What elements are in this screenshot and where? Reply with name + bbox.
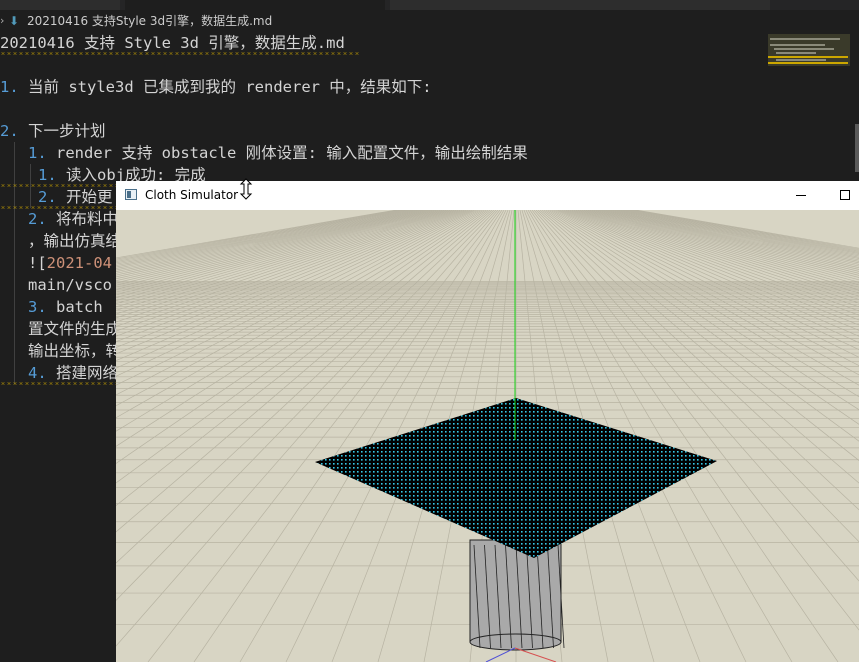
window-title: Cloth Simulator <box>145 188 239 202</box>
minimap-line <box>774 48 834 50</box>
indent-guide <box>14 142 15 384</box>
simulator-title-bar[interactable]: Cloth Simulator <box>116 181 859 210</box>
list-text: render 支持 obstacle 刚体设置: 输入配置文件，输出绘制结果 <box>46 144 528 162</box>
editor-line-sub3: 3. batch <box>28 296 103 318</box>
list-number: 1. <box>0 78 19 96</box>
markdown-file-icon: ⬇ <box>9 14 20 28</box>
editor-line-item1: 1. 当前 style3d 已集成到我的 renderer 中，结果如下: <box>0 76 432 98</box>
tab-active[interactable] <box>125 0 385 10</box>
editor-line-image-path: main/vsco <box>28 276 112 294</box>
cloth-simulator-window[interactable]: Cloth Simulator <box>116 181 859 662</box>
editor-line-sub3-cont2: 输出坐标，转 <box>28 342 122 360</box>
tab-bar <box>0 0 859 10</box>
list-number: 2. <box>0 122 19 140</box>
image-link-open: ![ <box>28 254 47 272</box>
editor-line-sub1b: 2. 开始更 <box>38 186 113 208</box>
spell-warning-underline <box>0 382 118 385</box>
editor-line-item2: 2. 下一步计划 <box>0 120 106 142</box>
simulation-viewport[interactable] <box>116 210 859 662</box>
minimize-button[interactable] <box>786 181 816 210</box>
scrollbar-thumb[interactable] <box>855 124 859 172</box>
breadcrumb-file[interactable]: 20210416 支持Style 3d引擎，数据生成.md <box>27 10 272 32</box>
tab[interactable] <box>390 0 770 10</box>
maximize-button[interactable] <box>831 181 859 210</box>
list-text: 开始更 <box>56 188 113 206</box>
editor-line-sub2-cont: ，输出仿真结 <box>28 232 122 250</box>
minimap-warning-line <box>768 62 848 64</box>
editor-line-sub2: 2. 将布料中 <box>28 208 118 230</box>
list-text: 当前 style3d 已集成到我的 renderer 中，结果如下: <box>18 78 432 96</box>
list-number: 4. <box>28 364 47 382</box>
list-number: 2. <box>28 210 47 228</box>
list-text: 搭建网络 <box>46 364 119 382</box>
list-text: batch <box>46 298 103 316</box>
list-number: 1. <box>28 144 47 162</box>
editor-line-sub1: 1. render 支持 obstacle 刚体设置: 输入配置文件，输出绘制结… <box>28 142 528 164</box>
list-text: 将布料中 <box>46 210 119 228</box>
resize-cursor-icon <box>239 178 253 200</box>
list-number: 1. <box>38 166 57 184</box>
app-window-icon <box>125 189 137 200</box>
image-link-text[interactable]: 2021-04 <box>47 254 112 272</box>
list-text: 下一步计划 <box>18 122 106 140</box>
minimap-line <box>770 44 825 46</box>
minimap-line <box>776 59 826 61</box>
editor-line-title: 20210416 支持 Style 3d 引擎，数据生成.md <box>0 34 345 52</box>
editor-line-sub3-cont: 置文件的生成 <box>28 320 122 338</box>
cylinder-obstacle <box>469 539 565 651</box>
breadcrumb: › ⬇ 20210416 支持Style 3d引擎，数据生成.md <box>0 10 859 32</box>
list-number: 3. <box>28 298 47 316</box>
minimap-line <box>776 52 816 54</box>
editor-line-image-link: ![2021-04 <box>28 252 112 274</box>
chevron-right-icon[interactable]: › <box>0 10 4 32</box>
list-number: 2. <box>38 188 57 206</box>
spell-warning-underline <box>0 52 360 55</box>
minimap-warning-line <box>768 56 848 58</box>
minimap-line <box>770 38 840 40</box>
editor-line-sub4: 4. 搭建网络 <box>28 362 118 384</box>
tab[interactable] <box>0 0 120 10</box>
